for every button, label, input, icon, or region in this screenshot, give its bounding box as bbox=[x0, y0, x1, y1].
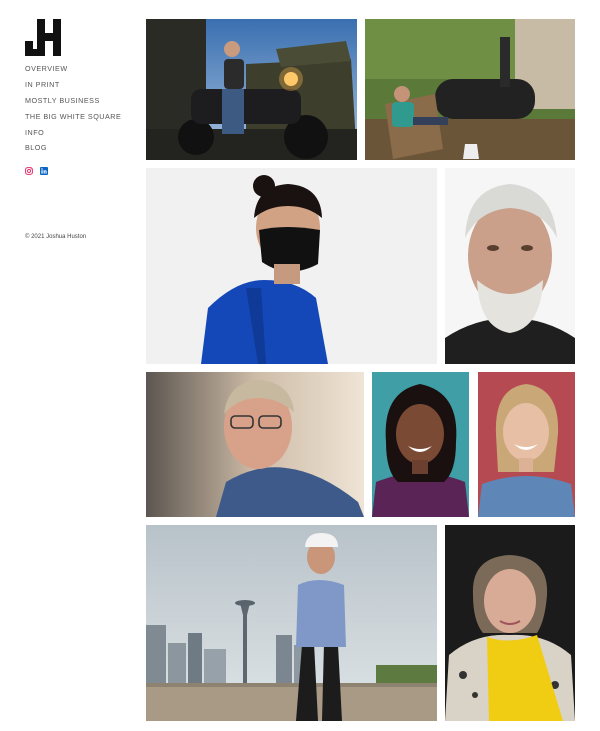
nav-item-in-print[interactable]: IN PRINT bbox=[25, 80, 121, 89]
photo-woman-teal-background[interactable] bbox=[372, 372, 469, 517]
photo-man-seattle-skyline[interactable] bbox=[146, 525, 437, 721]
photo-man-glasses-blue-shirt[interactable] bbox=[146, 372, 364, 517]
photo-man-on-motorcycle[interactable] bbox=[146, 19, 357, 160]
nav-item-overview[interactable]: OVERVIEW bbox=[25, 65, 121, 73]
logo[interactable] bbox=[25, 19, 61, 56]
nav-item-info[interactable]: INFO bbox=[25, 128, 121, 137]
photo-woman-blue-hoodie-mask[interactable] bbox=[146, 168, 437, 364]
nav-item-mostly-business[interactable]: MOSTLY BUSINESS bbox=[25, 96, 121, 105]
photo-man-in-chair-with-smoker[interactable] bbox=[365, 19, 575, 160]
nav-item-blog[interactable]: BLOG bbox=[25, 144, 121, 152]
linkedin-icon[interactable] bbox=[40, 162, 48, 175]
social-links bbox=[25, 162, 48, 175]
copyright: © 2021 Joshua Huston bbox=[25, 234, 87, 240]
photo-woman-red-background[interactable] bbox=[478, 372, 575, 517]
nav-item-big-white-square[interactable]: THE BIG WHITE SQUARE bbox=[25, 112, 121, 121]
photo-older-woman-yellow-scarf[interactable] bbox=[445, 525, 575, 721]
photo-older-man-white-beard[interactable] bbox=[445, 168, 575, 364]
main-nav: OVERVIEW IN PRINT MOSTLY BUSINESS THE BI… bbox=[25, 65, 121, 160]
instagram-icon[interactable] bbox=[25, 162, 33, 175]
